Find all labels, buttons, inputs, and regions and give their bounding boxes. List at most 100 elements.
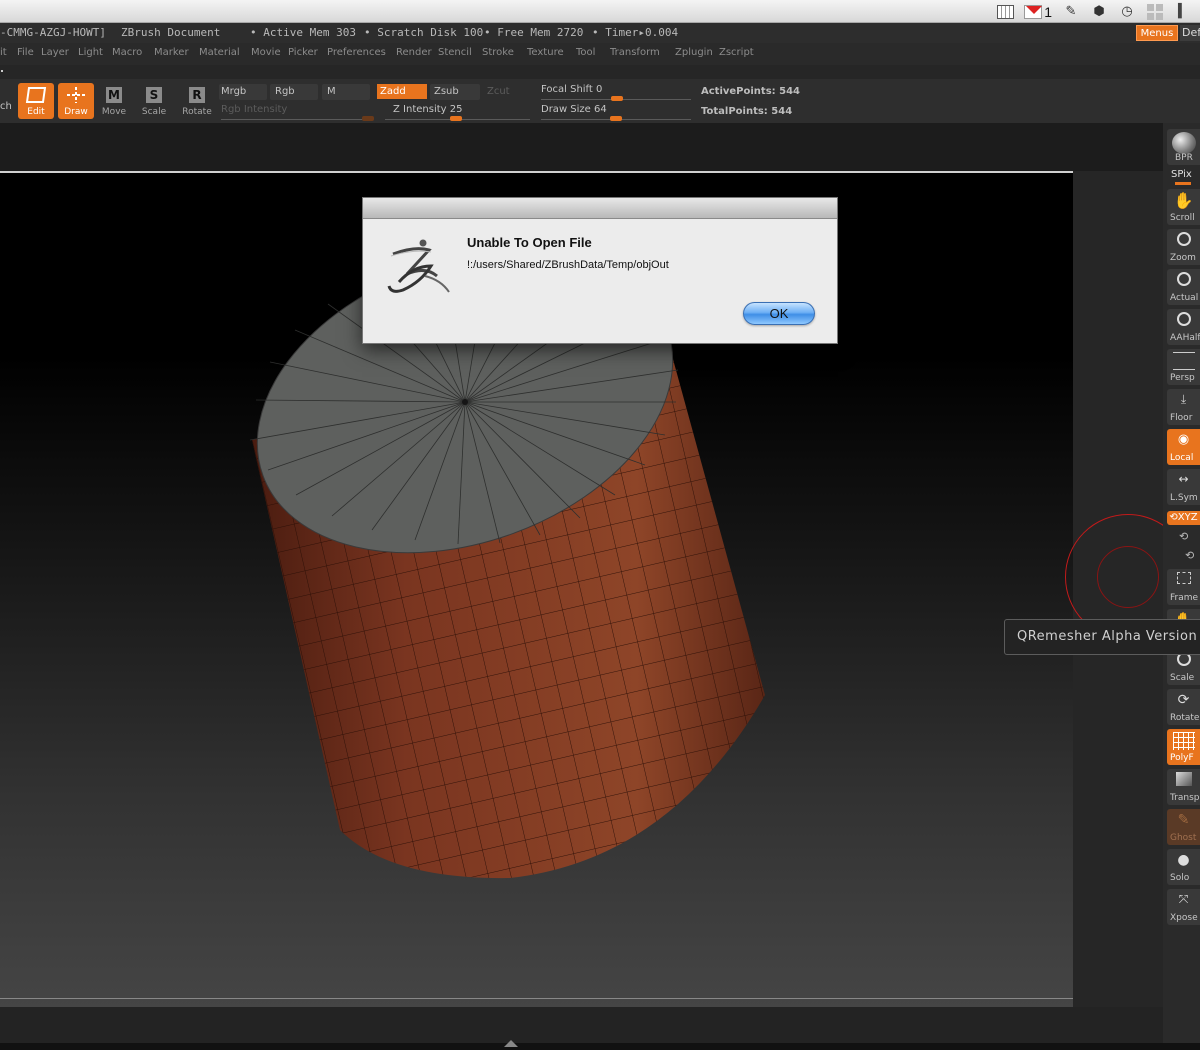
right-tool-column: BPR ✋ Scroll Zoom Actual AAHalf Persp ⤓ … [1163, 123, 1200, 1043]
menu-edit[interactable]: it [0, 47, 7, 58]
z-intensity-slider[interactable]: Z Intensity 25 [393, 104, 462, 115]
gmail-icon[interactable] [1024, 4, 1043, 20]
menu-movie[interactable]: Movie [251, 47, 281, 58]
edit-button[interactable]: Edit [18, 83, 54, 119]
active-points: ActivePoints: 544 [701, 86, 801, 97]
draw-size-knob[interactable] [610, 116, 622, 121]
spaces-icon[interactable] [1146, 3, 1164, 20]
rgb-intensity-slider[interactable]: Rgb Intensity [221, 104, 287, 115]
tooltip: QRemesher Alpha Version [1004, 619, 1200, 655]
ok-button[interactable]: OK [743, 302, 815, 325]
move-button[interactable]: M Move [96, 83, 132, 119]
calendar-icon[interactable] [996, 4, 1014, 20]
bottom-shelf [0, 1007, 1163, 1043]
polyframe-icon [1172, 732, 1195, 750]
expand-tray-icon[interactable] [504, 1040, 518, 1047]
menu-texture[interactable]: Texture [527, 47, 564, 58]
actual-button[interactable]: Actual [1167, 269, 1200, 305]
frame-button[interactable]: Frame [1167, 569, 1200, 605]
scale-button[interactable]: S Scale [136, 83, 172, 119]
default-button[interactable]: Def [1180, 25, 1200, 41]
scroll-button[interactable]: ✋ Scroll [1167, 189, 1200, 225]
xyz-symmetry-button[interactable]: ⟲XYZ [1167, 511, 1200, 525]
menu-material[interactable]: Material [199, 47, 240, 58]
zbrush-logo-icon [387, 239, 450, 293]
move-icon: M [106, 87, 122, 103]
evernote-icon[interactable]: ✎ [1062, 4, 1080, 20]
draw-icon [67, 87, 85, 103]
menu-zplugin[interactable]: Zplugin [675, 47, 713, 58]
lsym-button[interactable]: ↔ L.Sym [1167, 469, 1200, 505]
spix-slider[interactable]: SPix [1171, 169, 1192, 180]
menu-light[interactable]: Light [78, 47, 103, 58]
menu-tool[interactable]: Tool [576, 47, 595, 58]
zcut-button[interactable]: Zcut [487, 86, 510, 97]
focal-shift-slider[interactable]: Focal Shift 0 [541, 84, 602, 95]
menu-transform[interactable]: Transform [610, 47, 660, 58]
frame-icon [1176, 572, 1191, 584]
rotate-view-button[interactable]: ⟳ Rotate [1167, 689, 1200, 725]
m-button[interactable]: M [327, 86, 336, 97]
solo-icon: ● [1177, 852, 1190, 868]
zbrush-title-bar: -CMMG-AZGJ-HOWT] ZBrush Document • Activ… [0, 23, 1200, 43]
tool-shelf: ch Edit Draw M Move S Scale R Rotate Mrg… [0, 79, 1200, 123]
local-button[interactable]: ◉ Local [1167, 429, 1200, 465]
polyf-button[interactable]: PolyF [1167, 729, 1200, 765]
volume-icon[interactable]: ▍ [1174, 4, 1192, 20]
rotate-y-icon[interactable]: ⟲ [1179, 530, 1188, 543]
truncated-button[interactable]: ch [0, 101, 12, 112]
rgb-button[interactable]: Rgb [275, 86, 295, 97]
lsym-label: L.Sym [1170, 493, 1198, 503]
menu-macro[interactable]: Macro [112, 47, 142, 58]
mail-count: 1 [1044, 3, 1052, 20]
rgb-intensity-knob[interactable] [362, 116, 374, 121]
dialog-titlebar[interactable] [363, 198, 837, 219]
document-title: ZBrush Document [121, 26, 221, 39]
transparency-icon [1175, 772, 1192, 786]
ghost-button[interactable]: ✎ Ghost [1167, 809, 1200, 845]
menu-stencil[interactable]: Stencil [438, 47, 472, 58]
menu-preferences[interactable]: Preferences [327, 47, 386, 58]
zoom-button[interactable]: Zoom [1167, 229, 1200, 265]
mrgb-button[interactable]: Mrgb [221, 86, 246, 97]
menu-layer[interactable]: Layer [41, 47, 69, 58]
spix-slider-knob[interactable] [1175, 182, 1191, 185]
draw-size-slider[interactable]: Draw Size 64 [541, 104, 607, 115]
floor-button[interactable]: ⤓ Floor [1167, 389, 1200, 425]
rotate-z-icon[interactable]: ⟲ [1185, 549, 1194, 562]
transp-button[interactable]: Transp [1167, 769, 1200, 805]
floor-icon: ⤓ [1180, 392, 1187, 406]
polyf-label: PolyF [1170, 753, 1194, 763]
focal-shift-knob[interactable] [611, 96, 623, 101]
menu-file[interactable]: File [17, 47, 34, 58]
solo-label: Solo [1170, 873, 1190, 883]
xpose-label: Xpose [1170, 913, 1198, 923]
zadd-button[interactable]: Zadd [377, 84, 427, 99]
timer: • Timer▸0.004 [592, 26, 679, 39]
scratch-disk: • Scratch Disk 100 [364, 26, 484, 39]
menu-picker[interactable]: Picker [288, 47, 318, 58]
rotate-button[interactable]: R Rotate [179, 83, 215, 119]
time-machine-icon[interactable]: ◷ [1118, 4, 1136, 20]
dropbox-icon[interactable]: ⬢ [1090, 4, 1108, 20]
bpr-sphere-icon [1171, 132, 1196, 154]
menu-marker[interactable]: Marker [154, 47, 189, 58]
bpr-button[interactable]: BPR [1167, 129, 1200, 165]
move-label: Move [101, 107, 127, 117]
menu-zscript[interactable]: Zscript [719, 47, 754, 58]
rotate-icon: R [189, 87, 205, 103]
draw-button[interactable]: Draw [58, 83, 94, 119]
serial-text: -CMMG-AZGJ-HOWT] [0, 26, 106, 39]
menu-render[interactable]: Render [396, 47, 432, 58]
menu-stroke[interactable]: Stroke [482, 47, 514, 58]
z-intensity-knob[interactable] [450, 116, 462, 121]
edit-icon [25, 87, 47, 103]
persp-button[interactable]: Persp [1167, 349, 1200, 385]
zsub-button[interactable]: Zsub [434, 86, 459, 97]
xpose-button[interactable]: ⤧ Xpose [1167, 889, 1200, 925]
menus-button[interactable]: Menus [1136, 25, 1178, 41]
cylinder-mesh[interactable] [240, 290, 780, 890]
solo-button[interactable]: ● Solo [1167, 849, 1200, 885]
total-points: TotalPoints: 544 [701, 106, 793, 117]
aahalf-button[interactable]: AAHalf [1167, 309, 1200, 345]
